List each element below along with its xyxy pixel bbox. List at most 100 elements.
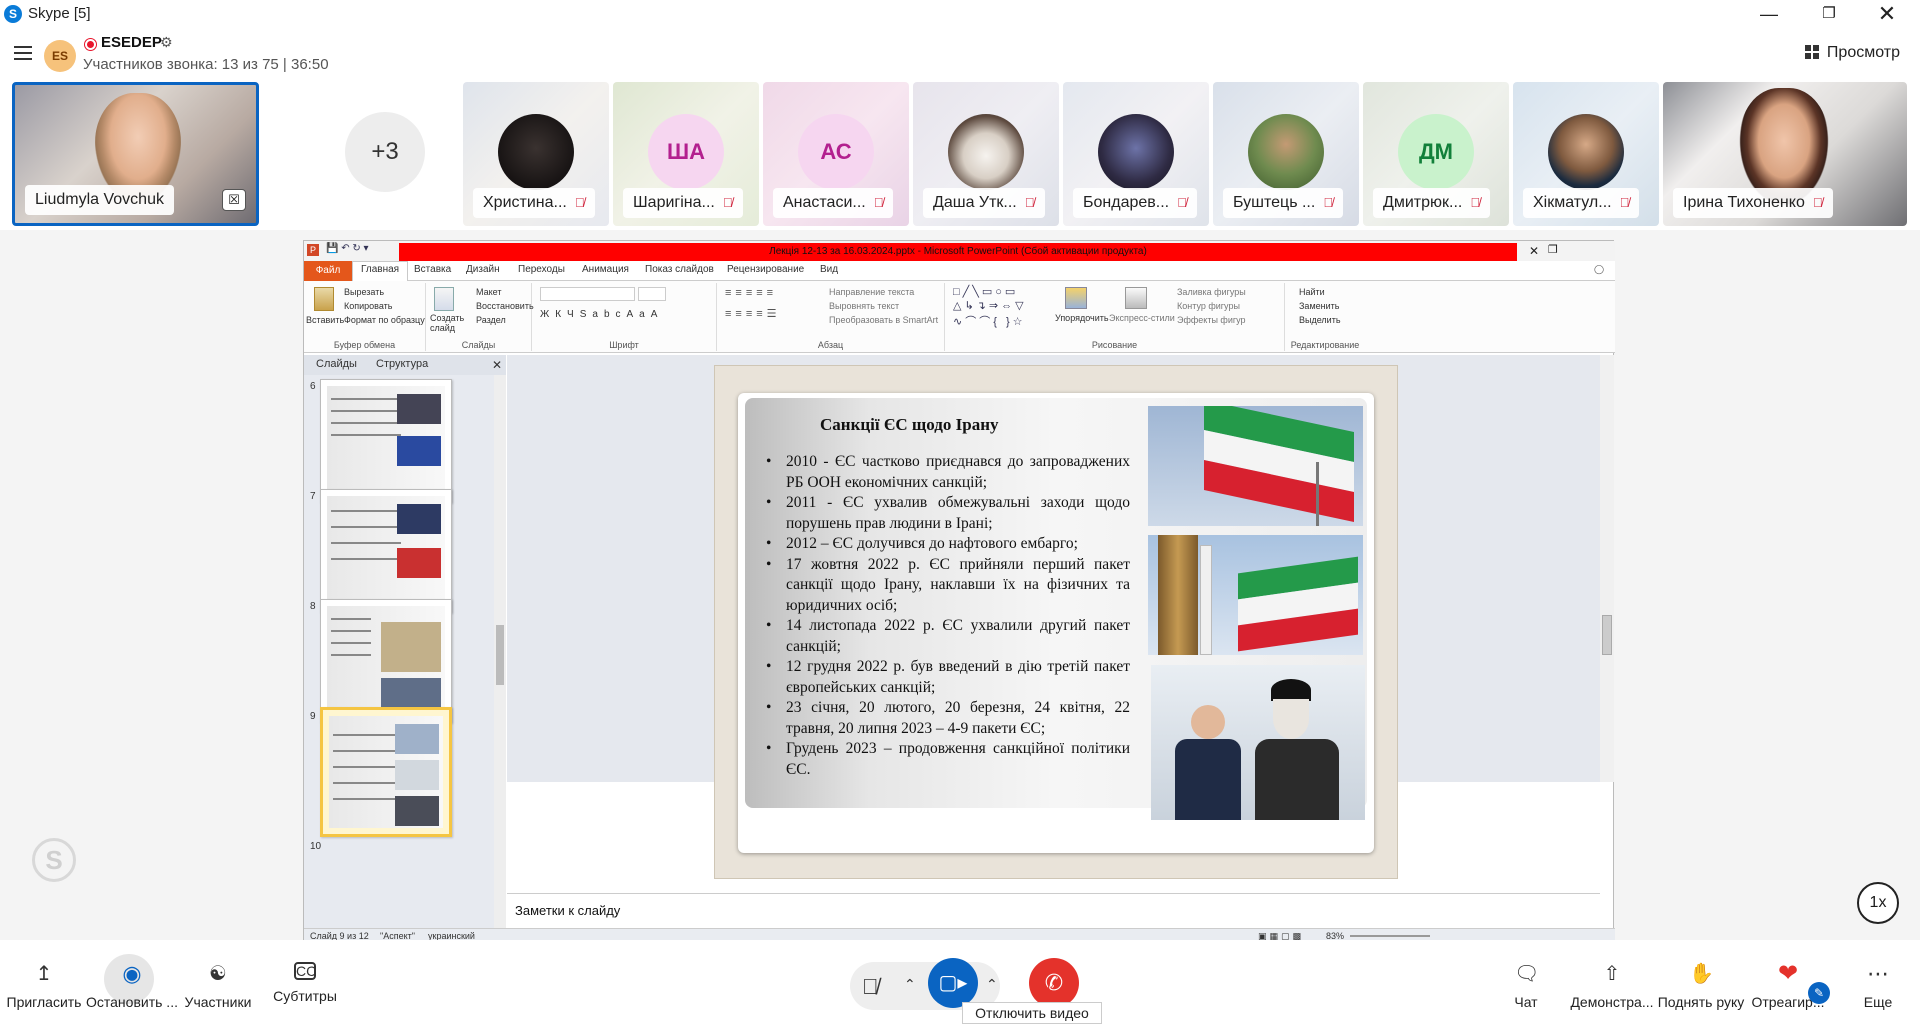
find-button[interactable]: Найти: [1299, 287, 1325, 297]
copy-button[interactable]: Копировать: [344, 301, 392, 311]
participant-tile[interactable]: Буштець ... 🎙̸: [1213, 82, 1359, 226]
preview-button[interactable]: Просмотр: [1804, 44, 1900, 62]
arrange-icon[interactable]: [1065, 287, 1087, 309]
ppt-restore-icon[interactable]: ❐: [1548, 243, 1558, 256]
chat-button[interactable]: 🗨 Чат: [1500, 940, 1552, 1023]
slide-thumbnail[interactable]: [320, 599, 452, 723]
slide-number: 10: [310, 841, 322, 852]
ppt-tab-review[interactable]: Рецензирование: [727, 264, 804, 275]
video-camera-button[interactable]: ▢▸: [928, 958, 978, 1008]
shapes-gallery-icons-3[interactable]: ∿⌒⌒{ }☆: [953, 313, 1025, 329]
slide-thumbnail[interactable]: [320, 379, 452, 503]
raise-hand-button[interactable]: ✋ Поднять руку: [1656, 940, 1746, 1023]
paste-icon[interactable]: [314, 287, 334, 311]
tab-slides[interactable]: Слайды: [316, 358, 357, 370]
font-format-icons[interactable]: ЖКЧSabcAaA: [540, 309, 663, 320]
shapes-gallery-icons[interactable]: □╱╲▭○▭: [953, 285, 1018, 298]
ppt-help-icon[interactable]: ◯: [1594, 264, 1604, 275]
playback-speed-button[interactable]: 1x: [1857, 882, 1899, 924]
participant-tile[interactable]: ША Шаригіна... 🎙̸: [613, 82, 759, 226]
screen-share-label: Демонстра...: [1570, 994, 1654, 1010]
gear-icon[interactable]: ⚙: [160, 34, 173, 51]
shape-fill-button[interactable]: Заливка фигуры: [1177, 287, 1246, 297]
video-off-icon[interactable]: ☒: [222, 189, 246, 211]
participant-tile[interactable]: Даша Утк... 🎙̸: [913, 82, 1059, 226]
menu-icon[interactable]: [14, 46, 32, 60]
close-icon[interactable]: ✕: [1864, 0, 1910, 28]
ppt-close-icon[interactable]: ✕: [1529, 244, 1539, 258]
hang-up-button[interactable]: ✆: [1029, 958, 1079, 1008]
select-button[interactable]: Выделить: [1299, 315, 1341, 325]
more-participants-button[interactable]: +3: [345, 112, 425, 192]
slide-thumbnail-selected[interactable]: [320, 707, 452, 837]
mic-chevron-icon[interactable]: ⌃: [904, 976, 916, 993]
section-button[interactable]: Раздел: [476, 315, 506, 325]
record-icon: ◉: [122, 961, 142, 986]
ppt-tab-slideshow[interactable]: Показ слайдов: [645, 264, 714, 275]
ribbon-group-font: ЖКЧSabcAaA Шрифт: [532, 283, 717, 351]
ppt-tab-animation[interactable]: Анимация: [582, 264, 629, 275]
slide-notes[interactable]: Заметки к слайду: [507, 893, 1600, 928]
format-painter-button[interactable]: Формат по образцу: [344, 315, 425, 325]
mic-muted-icon: 🎙̸: [1024, 195, 1035, 210]
align-icons[interactable]: ≡≡≡≡☰: [725, 307, 781, 320]
quick-styles-icon[interactable]: [1125, 287, 1147, 309]
new-slide-icon[interactable]: [434, 287, 454, 311]
participant-name: Liudmyla Vovchuk: [25, 185, 174, 215]
participant-tile[interactable]: Хікматул... 🎙̸: [1513, 82, 1659, 226]
call-controls-bar: ↥ Пригласить ◉ Остановить ... ☯ Участник…: [0, 940, 1920, 1023]
mic-off-icon[interactable]: 🎙̸: [862, 974, 879, 1000]
canvas-scrollbar[interactable]: [1600, 355, 1614, 782]
ppt-tab-design[interactable]: Дизайн: [466, 264, 500, 275]
quick-styles-button[interactable]: Экспресс-стили: [1109, 313, 1175, 323]
smartart-button[interactable]: Преобразовать в SmartArt: [829, 315, 938, 325]
stop-recording-button[interactable]: ◉ Остановить ...: [84, 940, 180, 1023]
slides-pane-scrollbar[interactable]: [494, 375, 506, 928]
mic-muted-icon: 🎙̸: [873, 195, 884, 210]
self-video-tile[interactable]: Liudmyla Vovchuk ☒: [12, 82, 259, 226]
slide-thumbnail[interactable]: [320, 489, 452, 613]
font-family-select[interactable]: [540, 287, 635, 301]
reset-button[interactable]: Восстановить: [476, 301, 534, 311]
align-text-button[interactable]: Выровнять текст: [829, 301, 899, 311]
slide-bullet: 14 листопада 2022 р. ЄС ухвалили другий …: [762, 616, 1130, 657]
shape-outline-button[interactable]: Контур фигуры: [1177, 301, 1240, 311]
restore-icon[interactable]: ❐: [1806, 0, 1852, 28]
ppt-tab-transitions[interactable]: Переходы: [518, 264, 565, 275]
ppt-tab-insert[interactable]: Вставка: [414, 264, 451, 275]
tab-outline[interactable]: Структура: [376, 358, 428, 370]
participant-tile[interactable]: Христина... 🎙̸: [463, 82, 609, 226]
close-pane-icon[interactable]: ✕: [492, 358, 502, 372]
minimize-icon[interactable]: —: [1746, 0, 1792, 28]
pencil-icon[interactable]: ✎: [1808, 982, 1830, 1004]
ppt-tab-view[interactable]: Вид: [820, 264, 838, 275]
font-size-select[interactable]: [638, 287, 666, 301]
notes-placeholder: Заметки к слайду: [515, 903, 621, 918]
text-direction-button[interactable]: Направление текста: [829, 287, 914, 297]
zoom-slider[interactable]: [1350, 935, 1430, 937]
paste-button[interactable]: Вставить: [306, 315, 344, 325]
participant-tile[interactable]: АС Анастаси... 🎙̸: [763, 82, 909, 226]
invite-button[interactable]: ↥ Пригласить: [0, 940, 88, 1023]
replace-button[interactable]: Заменить: [1299, 301, 1339, 311]
participants-button[interactable]: ☯ Участники: [180, 940, 256, 1023]
more-button[interactable]: ⋯ Еще: [1848, 940, 1908, 1023]
list-icons[interactable]: ≡≡≡≡≡: [725, 287, 777, 299]
ppt-tab-file[interactable]: Файл: [304, 261, 352, 281]
slide-bullet: 2012 – ЄС долучився до нафтового ембарго…: [762, 534, 1130, 555]
participant-tile[interactable]: Бондарев... 🎙̸: [1063, 82, 1209, 226]
shapes-gallery-icons-2[interactable]: △↳↴⇒⇔▽: [953, 299, 1027, 312]
layout-button[interactable]: Макет: [476, 287, 501, 297]
participant-video-tile[interactable]: Ірина Тихоненко 🎙̸: [1663, 82, 1907, 226]
cut-button[interactable]: Вырезать: [344, 287, 384, 297]
call-name[interactable]: ESEDEP: [101, 34, 162, 51]
ppt-tab-home[interactable]: Главная: [352, 261, 409, 282]
screen-share-button[interactable]: ⇧ Демонстра...: [1564, 940, 1660, 1023]
video-chevron-icon[interactable]: ⌃: [986, 976, 998, 993]
call-avatar[interactable]: ES: [44, 40, 76, 72]
shape-effects-button[interactable]: Эффекты фигур: [1177, 315, 1246, 325]
participant-tile[interactable]: ДМ Дмитрюк... 🎙̸: [1363, 82, 1509, 226]
new-slide-button[interactable]: Создать слайд: [430, 313, 464, 333]
arrange-button[interactable]: Упорядочить: [1055, 313, 1109, 323]
subtitles-button[interactable]: CC Субтитры: [270, 940, 340, 1023]
